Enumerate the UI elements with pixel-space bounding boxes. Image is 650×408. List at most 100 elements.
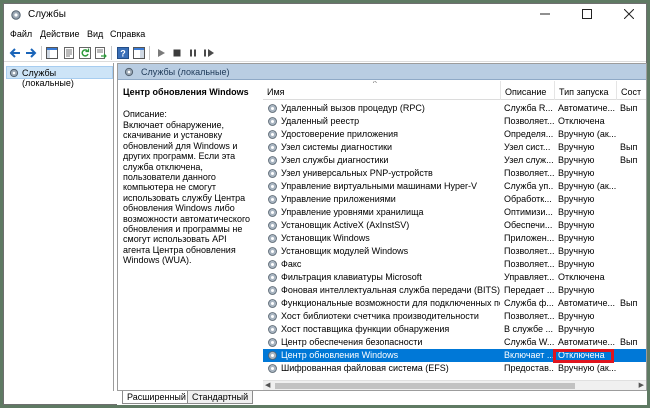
service-startup-type-cell: Вручную (558, 324, 595, 334)
service-status-cell (617, 349, 646, 362)
close-icon (623, 8, 635, 20)
service-description-cell: Оптимизи... (504, 207, 553, 217)
scroll-left-icon[interactable]: ◀ (265, 381, 270, 390)
service-row[interactable]: Удостоверение приложения Определя... Вручн… (263, 128, 646, 141)
horizontal-scrollbar[interactable]: ◀ ▶ (263, 380, 646, 390)
service-row[interactable]: Хост поставщика функции обнаружения В слу… (263, 323, 646, 336)
scroll-right-icon[interactable]: ▶ (639, 381, 644, 390)
service-row[interactable]: Факс Позволяет... Вручную (263, 258, 646, 271)
service-row[interactable]: Хост библиотеки счетчика производительно… (263, 310, 646, 323)
service-row[interactable]: Установщик модулей Windows Позволяет... Вр… (263, 245, 646, 258)
service-row[interactable]: Удаленный вызов процедур (RPC) Служба R..… (263, 102, 646, 115)
service-startup-type-cell: Автоматиче... (558, 103, 615, 113)
service-row[interactable]: Установщик ActiveX (AxInstSV) Обеспечи...… (263, 219, 646, 232)
service-startup-type-cell: Вручную (558, 285, 595, 295)
service-name-cell: Удаленный реестр (281, 116, 360, 126)
service-name-cell: Факс (281, 259, 302, 269)
maximize-button[interactable] (572, 4, 602, 26)
tab-extended[interactable]: Расширенный (122, 391, 191, 404)
service-row[interactable]: Узел системы диагностики Узел сист... Вруч… (263, 141, 646, 154)
column-startup-type[interactable]: Тип запуска (555, 81, 617, 100)
start-service-button[interactable] (154, 46, 168, 60)
back-icon (9, 48, 20, 58)
service-row[interactable]: Узел универсальных PNP-устройств Позволяе… (263, 167, 646, 180)
properties-button[interactable] (62, 46, 76, 60)
service-name-cell: Установщик модулей Windows (281, 246, 409, 256)
scrollbar-thumb[interactable] (275, 383, 575, 389)
service-startup-type-cell: Вручную (ак... (558, 181, 616, 191)
service-row[interactable]: Управление приложениями Обработк... Вручну… (263, 193, 646, 206)
service-startup-type-cell: Вручную (558, 220, 595, 230)
services-gear-icon (11, 10, 21, 20)
service-description-cell: Позволяет... (504, 246, 554, 256)
service-description-cell: В службе ... (504, 324, 554, 334)
tree-node-services-local[interactable]: Службы (локальные) (6, 66, 113, 88)
service-description-cell: Управляет... (504, 272, 554, 282)
service-row[interactable]: Удаленный реестр Позволяет... Отключена (263, 115, 646, 128)
service-row[interactable]: Функциональные возможности для подключен… (263, 297, 646, 310)
service-status-cell: Вып (620, 337, 638, 347)
description-label: Описание: (123, 109, 167, 119)
service-row[interactable]: Фильтрация клавиатуры Microsoft Управляет… (263, 271, 646, 284)
service-description-cell: Узел сист... (504, 142, 551, 152)
pause-service-button[interactable] (186, 46, 200, 60)
service-startup-type-cell: Вручную (558, 259, 595, 269)
service-startup-type-cell: Автоматиче... (558, 337, 615, 347)
service-row[interactable]: Центр обновления Windows Включает ... Откл… (263, 349, 646, 363)
export-list-button[interactable] (94, 46, 108, 60)
properties-icon (64, 47, 74, 59)
service-row[interactable]: Фоновая интеллектуальная служба передачи… (263, 284, 646, 297)
service-name-cell: Удостоверение приложения (281, 129, 399, 139)
help-button[interactable]: ? (116, 46, 130, 60)
forward-icon (26, 48, 37, 58)
service-startup-type-cell: Вручную (558, 311, 595, 321)
title-bar: Службы (4, 4, 646, 26)
service-status-cell (617, 284, 646, 297)
panel-header: Службы (локальные) (118, 64, 646, 80)
service-row[interactable]: Шифрованная файловая система (EFS) Предос… (263, 362, 646, 375)
services-panel: Службы (локальные) Центр обновления Wind… (117, 63, 647, 391)
menu-file[interactable]: Файл (10, 29, 32, 39)
service-status-cell (617, 193, 646, 206)
refresh-icon (79, 47, 91, 59)
menu-help[interactable]: Справка (110, 29, 145, 39)
service-description-cell: Определя... (504, 129, 554, 139)
column-name[interactable]: Имя (263, 81, 501, 100)
service-row[interactable]: Узел службы диагностики Узел служ... Вручн… (263, 154, 646, 167)
description-text: Включает обнаружение, скачивание и устан… (123, 120, 251, 266)
svg-text:?: ? (120, 49, 126, 59)
tab-standard[interactable]: Стандартный (187, 391, 254, 404)
console-tree-button[interactable] (45, 46, 59, 60)
service-status-cell (617, 258, 646, 271)
menu-action[interactable]: Действие (40, 29, 80, 39)
refresh-button[interactable] (78, 46, 92, 60)
service-row[interactable]: Установщик Windows Приложен... Вручную (263, 232, 646, 245)
service-startup-type-cell: Вручную (558, 194, 595, 204)
forward-button[interactable] (24, 46, 38, 60)
service-row[interactable]: Центр обеспечения безопасности Служба W..… (263, 336, 646, 349)
service-description-cell: Обработк... (504, 194, 552, 204)
service-name-cell: Шифрованная файловая система (EFS) (281, 363, 449, 373)
back-button[interactable] (8, 46, 22, 60)
service-name-cell: Удаленный вызов процедур (RPC) (281, 103, 425, 113)
column-description[interactable]: Описание (501, 81, 555, 100)
console-tree-icon (46, 47, 58, 59)
service-row[interactable]: Управление уровнями хранилища Оптимизи...… (263, 206, 646, 219)
description-pane: Центр обновления Windows Описание: Включ… (118, 81, 258, 390)
service-description-cell: Узел служ... (504, 155, 554, 165)
service-description-cell: Служба ф... (504, 298, 554, 308)
services-list: ^ Имя Описание Тип запуска Сост Удаленны… (263, 81, 646, 390)
close-button[interactable] (614, 4, 644, 26)
service-status-cell (617, 271, 646, 284)
service-row[interactable]: Управление виртуальными машинами Hyper-V… (263, 180, 646, 193)
stop-service-button[interactable] (170, 46, 184, 60)
show-pane-button[interactable] (132, 46, 146, 60)
pause-icon (190, 49, 196, 57)
service-name-cell: Управление виртуальными машинами Hyper-V (281, 181, 478, 191)
service-status-cell: Вып (620, 103, 638, 113)
restart-service-button[interactable] (202, 46, 216, 60)
minimize-button[interactable] (530, 4, 560, 26)
menu-view[interactable]: Вид (87, 29, 103, 39)
column-header-row: ^ Имя Описание Тип запуска Сост (263, 81, 646, 100)
column-status[interactable]: Сост (617, 81, 646, 100)
